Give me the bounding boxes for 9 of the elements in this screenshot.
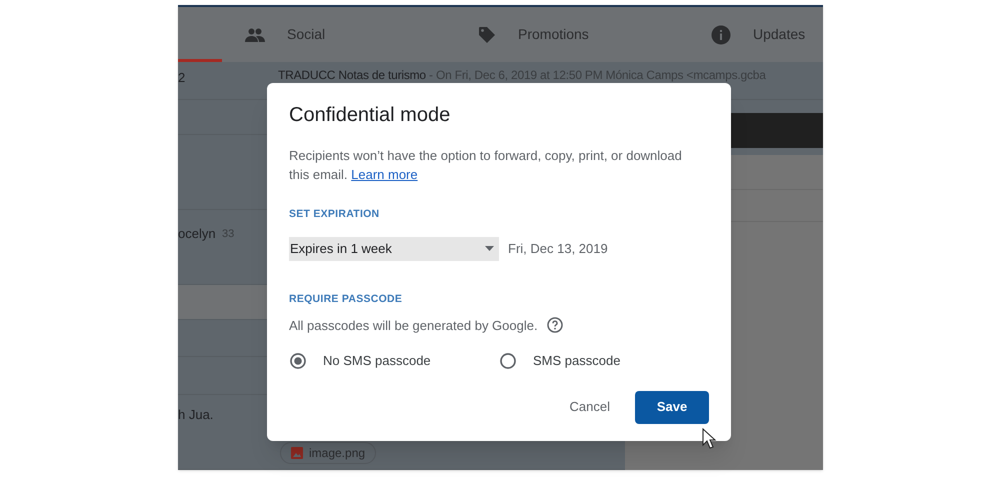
- sender-name: 2: [178, 69, 186, 87]
- dialog-title: Confidential mode: [289, 103, 450, 127]
- description-text: Recipients won’t have the option to forward, copy, print, or download this email. Learn more: [289, 147, 683, 184]
- helper-text: All passcodes will be generated by Google.: [289, 316, 538, 335]
- section-heading: SET EXPIRATION: [289, 207, 380, 222]
- sender-name: h Jua.: [178, 406, 214, 424]
- sender-name: ocelyn: [178, 225, 216, 243]
- section-heading: REQUIRE PASSCODE: [289, 292, 404, 307]
- expiration-date: Fri, Dec 13, 2019: [508, 240, 608, 258]
